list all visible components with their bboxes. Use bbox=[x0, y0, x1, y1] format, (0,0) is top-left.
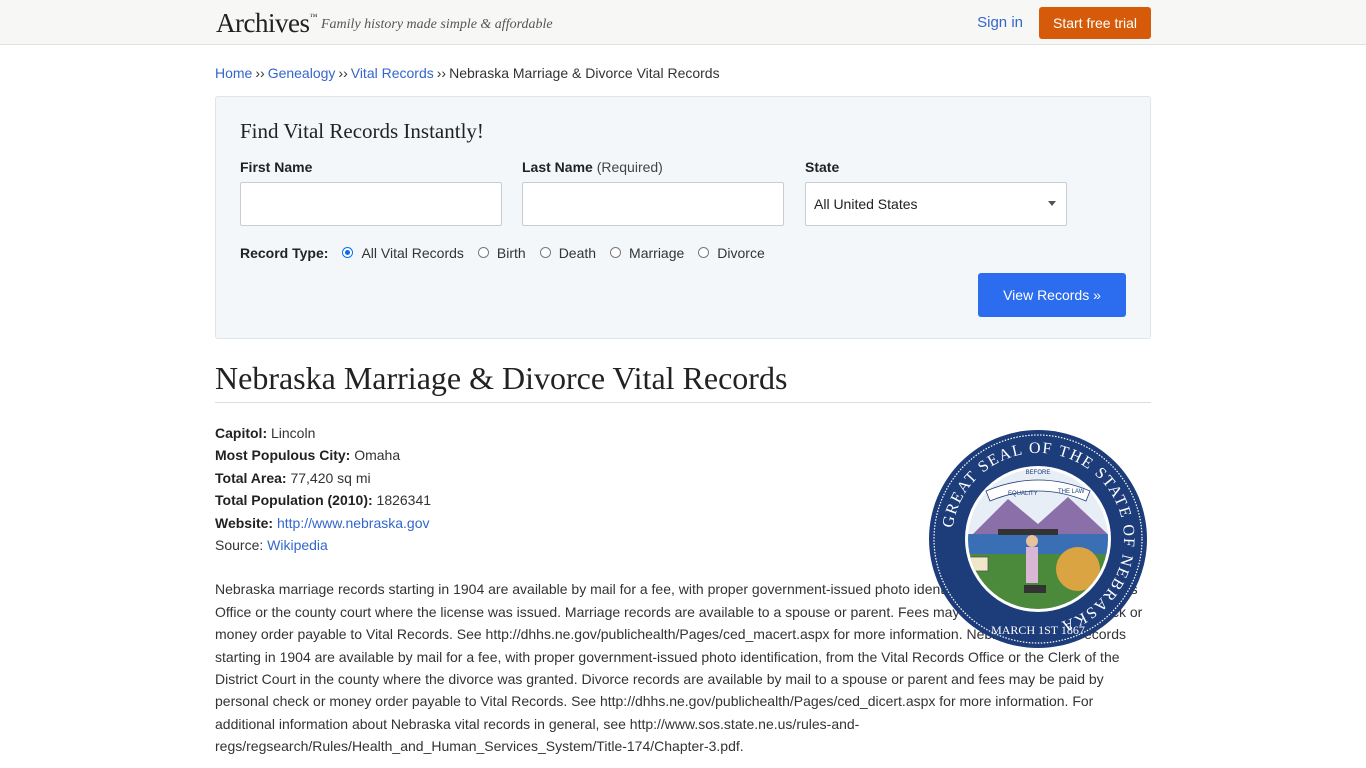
state-label: State bbox=[805, 159, 840, 175]
main-content: Home ›› Genealogy ›› Vital Records ›› Nebraska… bbox=[215, 65, 1151, 758]
archives-logo[interactable]: Archives™ bbox=[216, 8, 317, 39]
seal-anvil bbox=[1024, 585, 1046, 593]
required-note: (Required) bbox=[596, 159, 663, 175]
seal-steamboat bbox=[998, 529, 1058, 535]
first-name-input[interactable] bbox=[240, 182, 502, 226]
logo-text: Archives bbox=[216, 8, 310, 38]
radio-marriage[interactable]: Marriage bbox=[610, 245, 684, 261]
radio-label: Birth bbox=[496, 245, 526, 261]
breadcrumb-separator: ›› bbox=[255, 65, 265, 81]
search-title: Find Vital Records Instantly! bbox=[240, 119, 484, 143]
top-navbar: Archives™ Family history made simple & a… bbox=[0, 0, 1366, 45]
radio-unchecked-icon[interactable] bbox=[477, 246, 489, 258]
search-form: Find Vital Records Instantly! First Name… bbox=[215, 96, 1151, 339]
wikipedia-link[interactable]: Wikipedia bbox=[267, 537, 328, 553]
logo-trademark: ™ bbox=[309, 12, 317, 21]
radio-all-vital-records[interactable]: All Vital Records bbox=[342, 245, 464, 261]
fact-value: Lincoln bbox=[271, 425, 316, 441]
start-free-trial-button[interactable]: Start free trial bbox=[1039, 7, 1151, 39]
sign-in-link[interactable]: Sign in bbox=[977, 14, 1023, 31]
fact-value: Omaha bbox=[354, 447, 401, 464]
record-type-label: Record Type: bbox=[240, 245, 329, 261]
breadcrumb-current: Nebraska Marriage & Divorce Vital Record… bbox=[449, 65, 720, 81]
radio-label: Death bbox=[558, 245, 597, 261]
radio-label: Divorce bbox=[717, 245, 765, 261]
breadcrumb: Home ›› Genealogy ›› Vital Records ›› Nebraska… bbox=[215, 65, 1151, 83]
seal-date: MARCH 1ST 1867 bbox=[991, 623, 1085, 637]
website-link[interactable]: http://www.nebraska.gov bbox=[277, 515, 430, 531]
caret-down-icon bbox=[1048, 201, 1056, 206]
first-name-label: First Name bbox=[240, 159, 313, 175]
radio-label: Marriage bbox=[629, 245, 685, 261]
state-select[interactable]: All United States bbox=[805, 182, 1067, 226]
fact-label: Most Populous City: bbox=[215, 447, 351, 464]
last-name-label: Last Name (Required) bbox=[522, 159, 663, 175]
radio-label: All Vital Records bbox=[361, 245, 464, 261]
radio-death[interactable]: Death bbox=[539, 245, 597, 261]
page-title: Nebraska Marriage & Divorce Vital Record… bbox=[215, 360, 1151, 403]
seal-banner-equality: EQUALITY bbox=[1008, 491, 1038, 497]
seal-banner-law: THE LAW bbox=[1058, 489, 1085, 495]
tagline: Family history made simple & affordable bbox=[321, 17, 553, 32]
fact-label: Source: bbox=[215, 537, 264, 554]
seal-smith-head bbox=[1026, 535, 1038, 547]
nebraska-state-seal: GREAT SEAL OF THE STATE OF NEBRASKA MARC… bbox=[929, 430, 1147, 648]
radio-unchecked-icon[interactable] bbox=[698, 246, 710, 258]
radio-birth[interactable]: Birth bbox=[477, 245, 526, 261]
radio-checked-icon[interactable] bbox=[342, 246, 354, 258]
breadcrumb-genealogy[interactable]: Genealogy bbox=[268, 65, 336, 81]
record-type-group: Record Type: All Vital Records Birth Dea… bbox=[240, 243, 779, 263]
fact-label: Total Area: bbox=[215, 469, 287, 486]
radio-unchecked-icon[interactable] bbox=[539, 246, 551, 258]
radio-unchecked-icon[interactable] bbox=[610, 246, 622, 258]
last-name-label-text: Last Name bbox=[522, 159, 593, 175]
view-records-button[interactable]: View Records » bbox=[978, 273, 1126, 317]
state-select-value: All United States bbox=[814, 196, 918, 212]
radio-divorce[interactable]: Divorce bbox=[698, 245, 765, 261]
fact-value: 1826341 bbox=[376, 492, 432, 509]
seal-banner-before: BEFORE bbox=[1026, 470, 1051, 476]
fact-label: Capitol: bbox=[215, 425, 268, 441]
breadcrumb-separator: ›› bbox=[338, 65, 348, 81]
seal-smith bbox=[1026, 547, 1038, 583]
breadcrumb-separator: ›› bbox=[436, 65, 447, 81]
last-name-input[interactable] bbox=[522, 182, 784, 226]
fact-value: 77,420 sq mi bbox=[290, 469, 371, 486]
breadcrumb-home[interactable]: Home bbox=[215, 65, 252, 81]
breadcrumb-vital-records[interactable]: Vital Records bbox=[351, 65, 434, 81]
fact-label: Total Population (2010): bbox=[215, 492, 373, 509]
fact-label: Website: bbox=[215, 514, 274, 531]
